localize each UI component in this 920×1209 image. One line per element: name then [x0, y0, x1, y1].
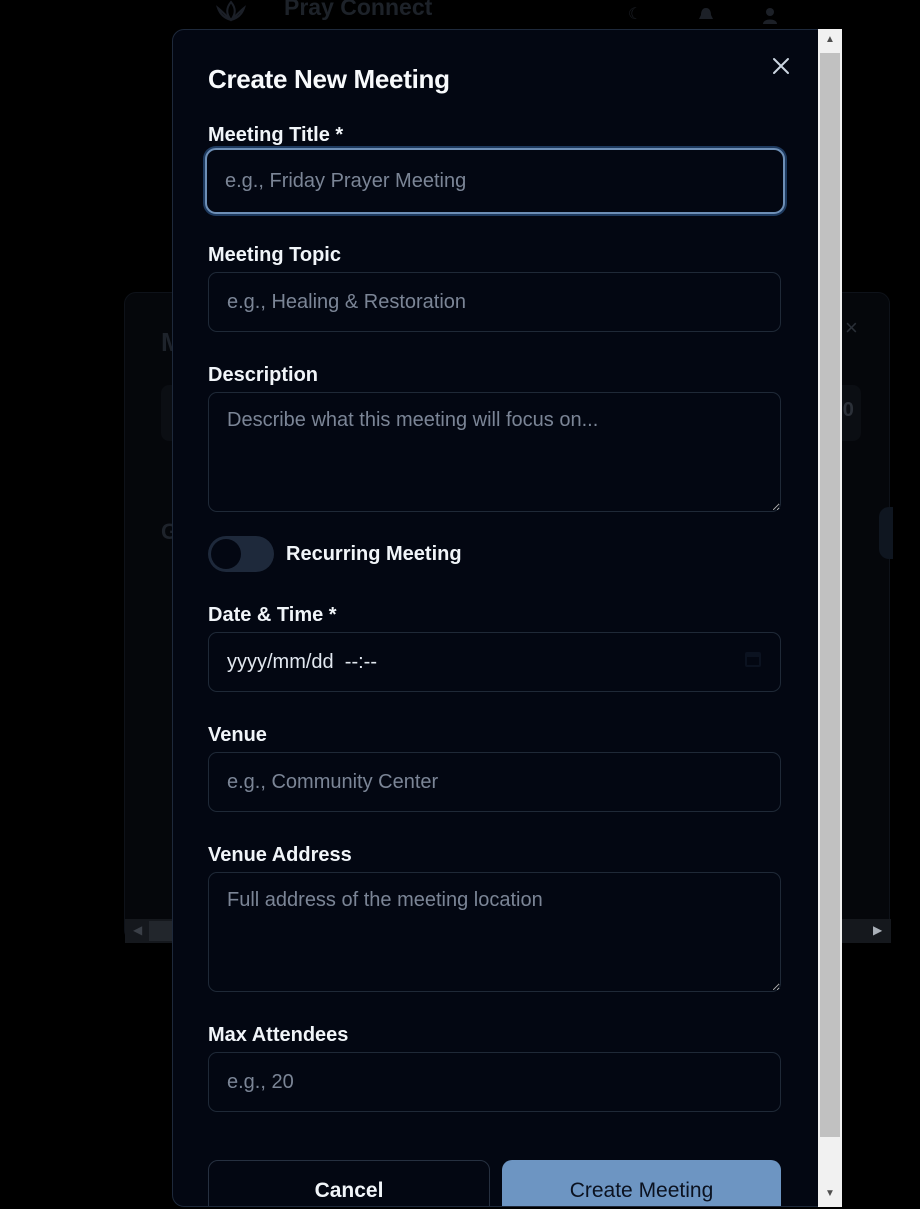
close-icon: [773, 58, 789, 74]
moon-icon[interactable]: ☾: [626, 6, 644, 24]
scrollbar-thumb[interactable]: [820, 53, 840, 1137]
venue-address-textarea[interactable]: [208, 872, 781, 992]
meeting-title-input[interactable]: [205, 148, 785, 214]
create-meeting-dialog: Create New Meeting Meeting Title * Meeti…: [172, 29, 842, 1207]
scroll-right-icon[interactable]: ▶: [873, 923, 882, 937]
scroll-down-icon[interactable]: ▼: [818, 1183, 842, 1205]
meeting-title-label: Meeting Title *: [208, 124, 344, 146]
meeting-topic-input[interactable]: [208, 272, 781, 332]
dialog-vertical-scrollbar[interactable]: ▲ ▼: [818, 29, 842, 1207]
create-meeting-button[interactable]: Create Meeting: [502, 1160, 781, 1206]
max-attendees-label: Max Attendees: [208, 1024, 349, 1046]
venue-address-label: Venue Address: [208, 844, 352, 866]
description-label: Description: [208, 364, 319, 386]
scroll-left-icon[interactable]: ◀: [133, 923, 142, 937]
description-textarea[interactable]: [208, 392, 781, 512]
meeting-topic-label: Meeting Topic: [208, 244, 341, 266]
dialog-title: Create New Meeting: [208, 64, 450, 94]
background-close-icon[interactable]: ×: [845, 315, 858, 341]
background-button[interactable]: [879, 507, 893, 559]
close-button[interactable]: [769, 54, 793, 78]
user-icon[interactable]: [761, 6, 779, 24]
recurring-meeting-toggle[interactable]: [208, 536, 274, 572]
scroll-up-icon[interactable]: ▲: [818, 29, 842, 51]
bell-icon[interactable]: [697, 6, 715, 24]
toggle-knob: [211, 539, 241, 569]
cancel-button[interactable]: Cancel: [208, 1160, 490, 1206]
lotus-icon: [214, 0, 248, 22]
recurring-meeting-label: Recurring Meeting: [286, 543, 462, 565]
app-brand-name: Pray Connect: [284, 0, 433, 20]
date-time-placeholder: yyyy/mm/dd --:--: [227, 650, 377, 673]
calendar-icon[interactable]: [744, 650, 762, 674]
app-header: Pray Connect ☾: [0, 0, 920, 28]
date-time-label: Date & Time *: [208, 604, 337, 626]
date-time-input[interactable]: yyyy/mm/dd --:--: [208, 632, 781, 692]
venue-label: Venue: [208, 724, 267, 746]
venue-input[interactable]: [208, 752, 781, 812]
max-attendees-input[interactable]: [208, 1052, 781, 1112]
